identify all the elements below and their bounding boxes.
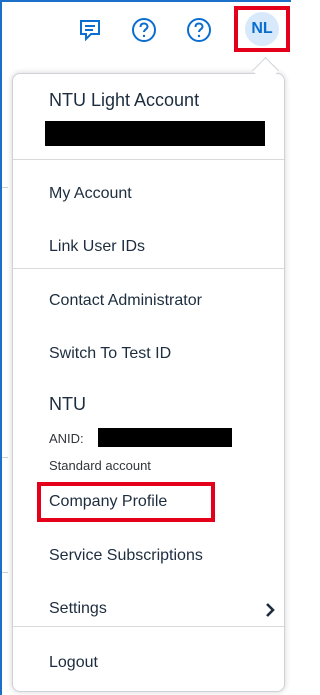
divider: [13, 626, 284, 627]
menu-item-contact-administrator[interactable]: Contact Administrator: [49, 292, 202, 310]
menu-item-link-user-ids[interactable]: Link User IDs: [49, 238, 145, 256]
avatar-initials: NL: [251, 20, 273, 37]
organization-name: NTU: [49, 394, 86, 414]
top-bar: NL: [2, 4, 291, 56]
divider: [13, 159, 284, 160]
page: NL NTU Light Account My Account Link Use…: [0, 0, 291, 695]
menu-item-my-account[interactable]: My Account: [49, 185, 132, 203]
menu-item-company-profile[interactable]: Company Profile: [49, 493, 167, 511]
background-edge-mark: [2, 572, 8, 573]
menu-item-switch-to-test-id[interactable]: Switch To Test ID: [49, 345, 171, 363]
menu-item-settings[interactable]: Settings: [49, 600, 107, 618]
user-menu-popover: NTU Light Account My Account Link User I…: [12, 73, 285, 692]
divider: [13, 268, 284, 269]
account-type: Standard account: [49, 458, 151, 473]
redacted-user-id: [45, 121, 265, 146]
chevron-right-icon: [263, 602, 277, 618]
help-icon[interactable]: [130, 16, 158, 44]
menu-item-service-subscriptions[interactable]: Service Subscriptions: [49, 547, 203, 565]
anid-label: ANID:: [49, 431, 84, 446]
help-icon[interactable]: [185, 16, 213, 44]
avatar-highlight-box: NL: [234, 6, 290, 52]
redacted-anid: [98, 428, 232, 447]
avatar-button[interactable]: NL: [245, 12, 279, 46]
menu-item-logout[interactable]: Logout: [49, 654, 98, 672]
feedback-icon[interactable]: [76, 16, 104, 44]
background-edge-mark: [2, 187, 8, 188]
account-title: NTU Light Account: [49, 90, 200, 110]
background-edge-mark: [2, 457, 8, 458]
